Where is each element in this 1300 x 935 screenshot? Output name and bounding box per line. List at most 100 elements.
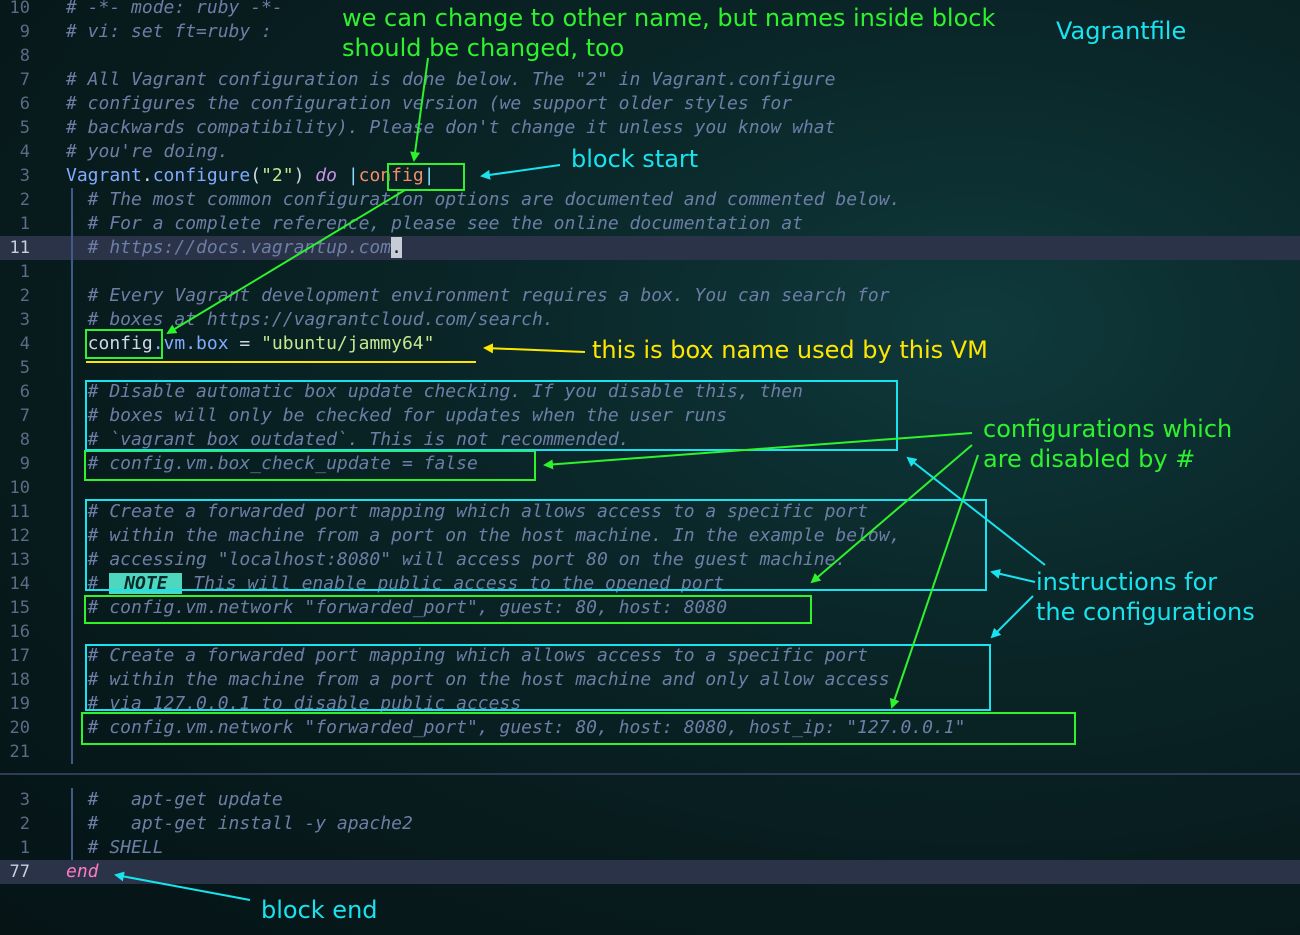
code-token: # The most common configuration options … [66,189,901,210]
code-line[interactable]: 77 end [0,860,1300,884]
code-token: # For a complete reference, please see t… [66,213,803,234]
line-code[interactable]: # config.vm.network "forwarded_port", gu… [66,716,966,740]
file-name-label: Vagrantfile [1056,17,1187,45]
code-line[interactable]: 3 # apt-get update [0,788,1300,812]
code-token: # https://docs.vagrantup.com [66,237,392,258]
code-token: | [336,165,359,186]
line-code[interactable]: # apt-get install -y apache2 [66,812,413,836]
code-line[interactable]: 17 # Create a forwarded port mapping whi… [0,644,1300,668]
line-code[interactable]: # within the machine from a port on the … [66,524,901,548]
line-number: 9 [19,454,30,474]
code-line[interactable]: 10 [0,476,1300,500]
line-number: 3 [19,790,30,810]
line-number: 7 [19,406,30,426]
line-code[interactable]: config.vm.box = "ubuntu/jammy64" [66,332,435,356]
line-code[interactable]: end [66,860,99,884]
code-token: # config.vm.network "forwarded_port", gu… [66,717,966,738]
line-code[interactable]: # `vagrant box outdated`. This is not re… [66,428,630,452]
line-code[interactable]: # NOTE This will enable public access to… [66,572,724,596]
line-code[interactable]: # Every Vagrant development environment … [66,284,890,308]
line-number: 10 [9,478,30,498]
line-code[interactable]: # via 127.0.0.1 to disable public access [66,692,521,716]
line-number: 18 [9,670,30,690]
pane-separator [0,773,1300,775]
code-token: # boxes will only be checked for updates… [66,405,728,426]
code-line[interactable]: 21 [0,740,1300,764]
line-code[interactable]: # backwards compatibility). Please don't… [66,116,835,140]
line-code[interactable]: # apt-get update [66,788,283,812]
line-code[interactable]: # SHELL [66,836,164,860]
annotation-disabled-configs-2: are disabled by # [983,445,1196,473]
annotation-instructions-1: instructions for [1036,568,1218,596]
line-code[interactable]: # you're doing. [66,140,229,164]
code-token: # Disable automatic box update checking.… [66,381,803,402]
code-line[interactable]: 1 [0,260,1300,284]
line-code[interactable]: # config.vm.box_check_update = false [66,452,478,476]
line-code[interactable]: # boxes at https://vagrantcloud.com/sear… [66,308,554,332]
line-code[interactable]: # within the machine from a port on the … [66,668,890,692]
code-line[interactable]: 20 # config.vm.network "forwarded_port",… [0,716,1300,740]
code-line[interactable]: 12 # within the machine from a port on t… [0,524,1300,548]
line-code[interactable]: # boxes will only be checked for updates… [66,404,727,428]
code-line[interactable]: 7 # All Vagrant configuration is done bel… [0,68,1300,92]
line-code[interactable]: Vagrant.configure("2") do |config| [66,164,435,188]
line-number: 5 [19,118,30,138]
line-code[interactable]: # accessing "localhost:8080" will access… [66,548,847,572]
code-line[interactable]: 2 # The most common configuration option… [0,188,1300,212]
code-token: # within the machine from a port on the … [66,525,901,546]
line-number: 19 [9,694,30,714]
code-line[interactable]: 5 # backwards compatibility). Please don'… [0,116,1300,140]
line-number: 5 [19,358,30,378]
line-code[interactable]: # Disable automatic box update checking.… [66,380,803,404]
line-code[interactable]: # https://docs.vagrantup.com. [66,236,402,260]
code-line[interactable]: 19 # via 127.0.0.1 to disable public acc… [0,692,1300,716]
code-token: .vm.box [152,333,229,354]
line-code[interactable]: # configures the configuration version (… [66,92,792,116]
code-line[interactable]: 18 # within the machine from a port on t… [0,668,1300,692]
code-line[interactable]: 6 # Disable automatic box update checkin… [0,380,1300,404]
code-token: configure [152,165,251,186]
line-code[interactable]: # All Vagrant configuration is done belo… [66,68,835,92]
line-code[interactable]: # Create a forwarded port mapping which … [66,644,868,668]
line-number: 3 [19,310,30,330]
line-number: 13 [9,550,30,570]
code-token: This will enable public access to the op… [182,573,725,594]
line-number: 16 [9,622,30,642]
code-token: config [66,333,153,354]
code-line[interactable]: 3 # boxes at https://vagrantcloud.com/se… [0,308,1300,332]
code-line[interactable]: 1 # For a complete reference, please see… [0,212,1300,236]
code-token: config [358,165,424,186]
code-line[interactable]: 11 # Create a forwarded port mapping whi… [0,500,1300,524]
line-code[interactable]: # vi: set ft=ruby : [66,20,272,44]
line-number: 7 [19,70,30,90]
code-token: # -*- mode: ruby -*- [66,0,283,18]
line-code[interactable]: # For a complete reference, please see t… [66,212,803,236]
code-line[interactable]: 2 # Every Vagrant development environmen… [0,284,1300,308]
code-token: ) [293,165,316,186]
line-number: 4 [19,142,30,162]
code-line[interactable]: 8 [0,44,1300,68]
line-code[interactable]: # -*- mode: ruby -*- [66,0,283,20]
code-token: Vagrant [66,165,142,186]
indent-guide-bottom [71,788,73,860]
line-code[interactable]: # config.vm.network "forwarded_port", gu… [66,596,727,620]
code-line[interactable]: 2 # apt-get install -y apache2 [0,812,1300,836]
line-number: 3 [19,166,30,186]
code-line[interactable]: 6 # configures the configuration version … [0,92,1300,116]
annotation-box-name: this is box name used by this VM [592,336,988,364]
annotation-block-name-note-2: should be changed, too [342,34,625,62]
code-token: # apt-get install -y apache2 [66,813,413,834]
line-number: 10 [9,0,30,18]
indent-guide [71,188,73,764]
line-code[interactable]: # Create a forwarded port mapping which … [66,500,868,524]
code-line[interactable]: 1 # SHELL [0,836,1300,860]
line-code[interactable]: # The most common configuration options … [66,188,901,212]
line-number: 2 [19,286,30,306]
line-number: 4 [19,334,30,354]
line-number: 11 [9,238,30,258]
code-token: # config.vm.network "forwarded_port", gu… [66,597,728,618]
code-line[interactable]: 11 # https://docs.vagrantup.com. [0,236,1300,260]
line-number: 14 [9,574,30,594]
line-number: 2 [19,190,30,210]
code-token: # via 127.0.0.1 to disable public access [66,693,522,714]
